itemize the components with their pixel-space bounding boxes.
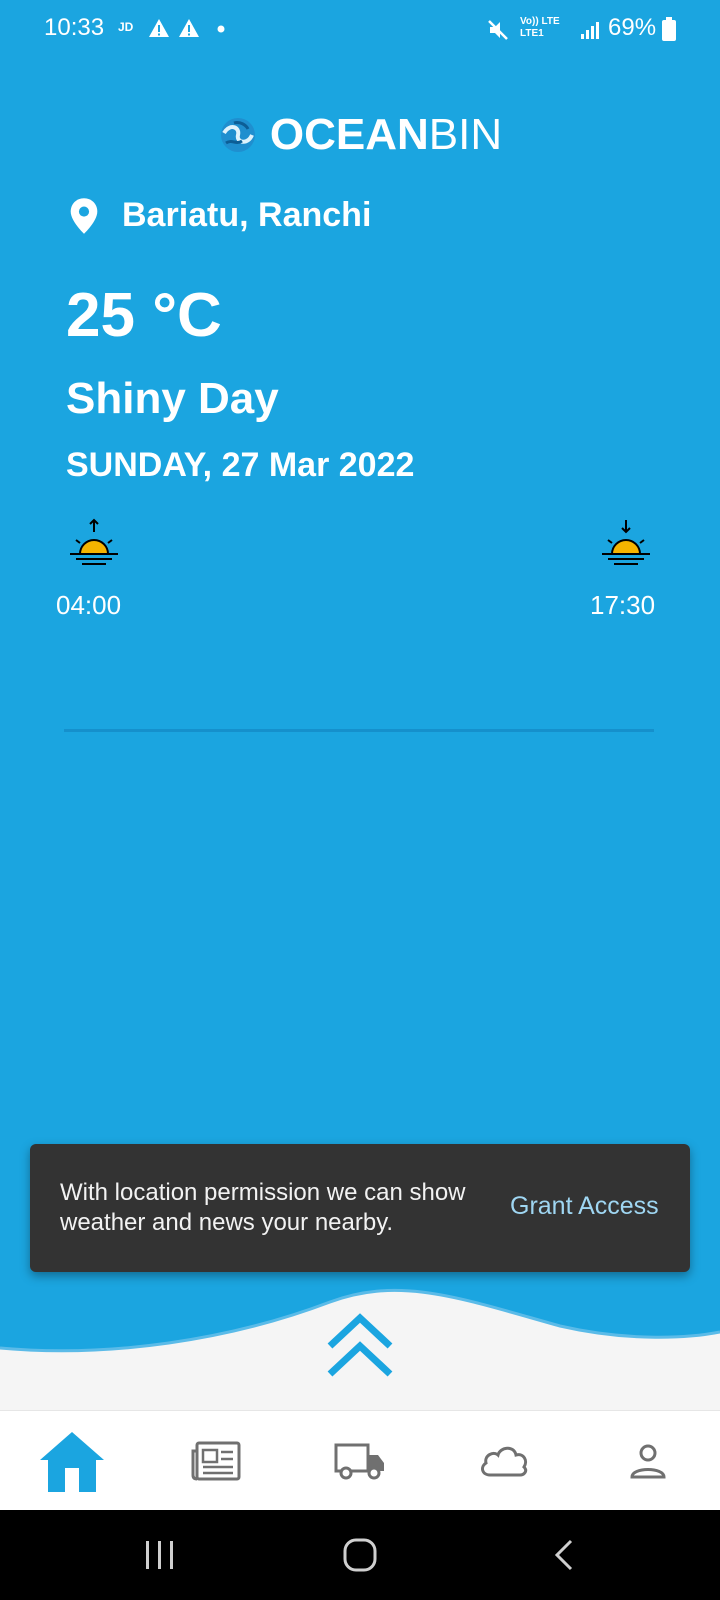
mute-icon [488, 20, 508, 40]
divider [64, 729, 654, 732]
brand-bold: OCEAN [269, 110, 429, 159]
signal-icon [581, 22, 599, 39]
sunrise-time: 04:00 [56, 590, 122, 620]
nav-weather[interactable] [432, 1411, 576, 1511]
cloud-icon [481, 1446, 528, 1477]
nav-profile[interactable] [576, 1411, 720, 1511]
sunset-icon [602, 520, 650, 565]
sunrise-icon [70, 518, 118, 565]
location-permission-snackbar: With location permission we can show wea… [30, 1144, 690, 1272]
brand-light: BIN [428, 110, 503, 159]
grant-access-button[interactable]: Grant Access [510, 1192, 659, 1221]
home-button[interactable] [300, 1510, 420, 1600]
network-type-bottom: LTE1 [520, 28, 544, 39]
location-pin-icon [70, 197, 98, 234]
home-icon [40, 1432, 104, 1492]
current-date: SUNDAY, 27 Mar 2022 [66, 446, 415, 484]
nav-news[interactable] [144, 1411, 288, 1511]
warning-icon [179, 19, 199, 37]
network-type-top: Vo)) LTE [520, 16, 560, 27]
carrier-tag: JD [118, 20, 134, 34]
sunset-time: 17:30 [590, 590, 656, 620]
nav-home[interactable] [0, 1411, 144, 1511]
location-name: Bariatu, Ranchi [122, 196, 372, 234]
notification-dot-icon [217, 25, 225, 33]
snackbar-message: With location permission we can show wea… [60, 1179, 466, 1236]
recent-apps-icon [146, 1541, 173, 1569]
status-bar: 10:33 JD Vo)) LTE LTE1 69% [0, 0, 720, 60]
home-circle-icon [343, 1538, 377, 1572]
status-time: 10:33 [44, 14, 105, 41]
warning-icon [149, 19, 169, 37]
system-navigation-bar [0, 1510, 720, 1600]
recent-apps-button[interactable] [100, 1510, 220, 1600]
chevron-up-icon[interactable] [320, 1310, 400, 1380]
person-icon [630, 1444, 666, 1479]
oceanbin-logo-icon [220, 118, 255, 152]
battery-percent: 69% [608, 14, 657, 41]
truck-icon [334, 1443, 384, 1480]
bottom-navigation [0, 1410, 720, 1511]
app-brand: OCEANBIN [0, 110, 720, 160]
back-button[interactable] [503, 1510, 623, 1600]
location-row: Bariatu, Ranchi [68, 196, 371, 235]
nav-pickup[interactable] [288, 1411, 432, 1511]
newspaper-icon [191, 1441, 241, 1481]
battery-icon [662, 17, 676, 41]
weather-condition: Shiny Day [66, 374, 279, 423]
back-arrow-icon [554, 1539, 573, 1571]
temperature: 25 °C [66, 281, 222, 350]
